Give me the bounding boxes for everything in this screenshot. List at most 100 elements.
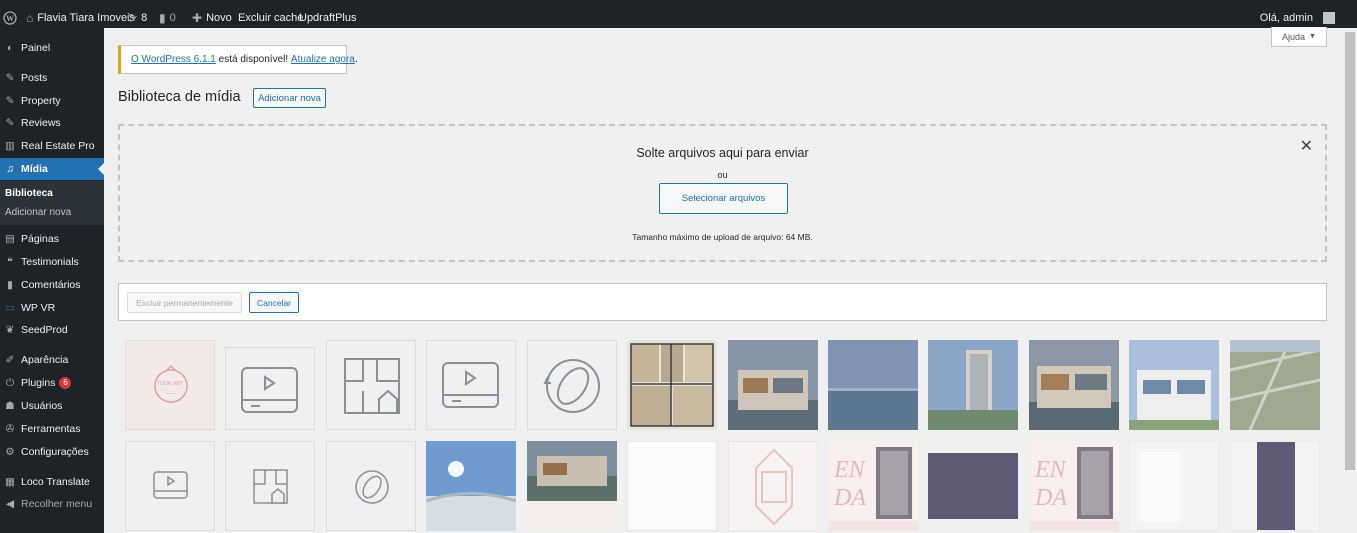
- media-item-video-3[interactable]: [125, 441, 215, 531]
- new-content-link[interactable]: ✚ Novo: [192, 8, 232, 28]
- menu-label: Testimonials: [21, 256, 79, 268]
- media-item-blank-image[interactable]: [627, 441, 717, 531]
- menu-seedprod[interactable]: ❦ SeedProd: [0, 319, 104, 341]
- media-item-house-photo[interactable]: [1129, 340, 1219, 430]
- collapse-menu-button[interactable]: ◀ Recolher menu: [0, 493, 104, 515]
- media-item-floorplan-icon[interactable]: [326, 340, 416, 430]
- media-item-panorama-photo[interactable]: [426, 441, 516, 531]
- account-menu[interactable]: Olá, admin: [1260, 8, 1335, 28]
- page-icon: ▤: [5, 233, 15, 245]
- wordpress-logo-button[interactable]: W: [3, 8, 17, 28]
- site-name-link[interactable]: ⌂ Flavia Tiara Imoveis: [26, 8, 135, 28]
- menu-midia[interactable]: ♫ Mídia: [0, 158, 104, 180]
- media-item-tower-photo[interactable]: [928, 340, 1018, 430]
- menu-label: Posts: [21, 72, 48, 84]
- menu-reviews[interactable]: ✎ Reviews: [0, 112, 104, 134]
- media-item-tour360-logo[interactable]: TOUR 360°: [125, 340, 215, 430]
- rotate-360-icon: [543, 359, 600, 413]
- media-item-360-icon-2[interactable]: [326, 441, 416, 531]
- media-item-video[interactable]: [225, 347, 315, 430]
- menu-label: Configurações: [21, 446, 89, 458]
- bulk-select-toolbar: Excluir permanentemente Cancelar: [118, 283, 1327, 321]
- enda-poster: ENDA: [828, 447, 918, 531]
- menu-testimonials[interactable]: ❝ Testimonials: [0, 251, 104, 273]
- wordpress-version-link[interactable]: O WordPress 6.1.1: [131, 54, 216, 65]
- dark-image: [928, 453, 1018, 519]
- site-name: Flavia Tiara Imoveis: [37, 12, 136, 24]
- pin-icon: ✎: [5, 72, 15, 84]
- update-now-link[interactable]: Atualize agora: [291, 54, 355, 65]
- media-icon: ♫: [6, 163, 14, 175]
- menu-ferramentas[interactable]: ✇ Ferramentas: [0, 418, 104, 440]
- dropzone-or: ou: [717, 170, 728, 180]
- rotate-360-icon: [355, 470, 389, 504]
- add-new-button[interactable]: Adicionar nova: [253, 88, 326, 108]
- media-item-stripe-image[interactable]: [1230, 441, 1320, 531]
- media-item-building-photo-3[interactable]: [527, 441, 617, 501]
- max-upload-size: Tamanho máximo de upload de arquivo: 64 …: [632, 232, 813, 242]
- media-item-floorplan-image[interactable]: [627, 340, 717, 430]
- dashboard-icon: ◐: [6, 42, 14, 54]
- admin-bar: W ⌂ Flavia Tiara Imoveis ⟳ 8 ▮ 0 ✚ Novo …: [0, 8, 1357, 28]
- media-item-enda-poster[interactable]: EN DA: [828, 441, 918, 531]
- clear-cache-link[interactable]: Excluir cache: [238, 8, 303, 28]
- menu-label: Loco Translate: [21, 476, 90, 488]
- menu-property[interactable]: ✎ Property: [0, 90, 104, 112]
- delete-permanently-button[interactable]: Excluir permanentemente: [127, 292, 242, 313]
- menu-paginas[interactable]: ▤ Páginas: [0, 228, 104, 250]
- submenu-biblioteca[interactable]: Biblioteca: [5, 188, 53, 199]
- scrollbar-thumb[interactable]: [1345, 32, 1355, 470]
- tour-360-label: TOUR 360°: [157, 381, 183, 387]
- svg-text:W: W: [6, 14, 14, 23]
- pin-icon: ✎: [5, 117, 15, 129]
- help-tab-button[interactable]: Ajuda ▼: [1271, 27, 1327, 47]
- comments-link[interactable]: ▮ 0: [159, 8, 176, 28]
- translate-icon: ▦: [5, 476, 15, 488]
- video-file-icon: [241, 367, 298, 413]
- menu-configuracoes[interactable]: ⚙ Configurações: [0, 441, 104, 463]
- page-scrollbar[interactable]: [1343, 28, 1357, 533]
- wrench-icon: ✇: [5, 423, 15, 435]
- collapse-icon: ◀: [5, 498, 15, 510]
- menu-comentarios[interactable]: ▮ Comentários: [0, 274, 104, 296]
- media-item-video-2[interactable]: [426, 340, 516, 430]
- avatar: [1323, 12, 1335, 24]
- menu-plugins[interactable]: ⏻ Plugins 6: [0, 372, 104, 394]
- media-item-building-photo-1[interactable]: [728, 340, 818, 430]
- svg-text:EN: EN: [833, 457, 867, 483]
- menu-painel[interactable]: ◐ Painel: [0, 37, 104, 59]
- menu-usuarios[interactable]: ☗ Usuários: [0, 395, 104, 417]
- media-item-blank-image-2[interactable]: [1129, 441, 1219, 531]
- menu-wp-vr[interactable]: ▭ WP VR: [0, 297, 104, 319]
- menu-label: Real Estate Pro: [21, 140, 95, 152]
- updates-icon: ⟳: [127, 11, 138, 25]
- menu-posts[interactable]: ✎ Posts: [0, 67, 104, 89]
- menu-label: Painel: [21, 42, 51, 54]
- window-top-strip: [0, 0, 1357, 8]
- cancel-button[interactable]: Cancelar: [249, 292, 299, 313]
- media-item-sea-photo[interactable]: [828, 340, 918, 430]
- notice-end: .: [354, 54, 358, 65]
- menu-aparencia[interactable]: ✐ Aparência: [0, 349, 104, 371]
- updraftplus-link[interactable]: UpdraftPlus: [299, 8, 356, 28]
- help-label: Ajuda: [1282, 31, 1306, 42]
- ed-logo: [755, 448, 793, 526]
- media-item-enda-poster-2[interactable]: EN DA: [1029, 441, 1119, 531]
- menu-label: Plugins: [21, 377, 56, 389]
- media-item-floorplan-icon-2[interactable]: [225, 441, 315, 531]
- media-item-building-photo-2[interactable]: [1029, 340, 1119, 430]
- select-files-button[interactable]: Selecionar arquivos: [659, 183, 788, 214]
- media-item-ed-logo[interactable]: [728, 441, 818, 531]
- menu-label: Ferramentas: [21, 423, 81, 435]
- upload-dropzone[interactable]: ✕ Solte arquivos aqui para enviar ou Sel…: [118, 124, 1327, 262]
- menu-label: Aparência: [21, 354, 69, 366]
- submenu-adicionar-nova[interactable]: Adicionar nova: [5, 207, 71, 218]
- menu-real-estate-pro[interactable]: ▥ Real Estate Pro: [0, 135, 104, 157]
- updates-link[interactable]: ⟳ 8: [127, 8, 147, 28]
- notice-text: está disponível!: [218, 54, 289, 65]
- menu-loco-translate[interactable]: ▦ Loco Translate: [0, 471, 104, 493]
- media-item-dark-image[interactable]: [928, 441, 1018, 531]
- media-item-360-icon[interactable]: [527, 340, 617, 430]
- media-item-aerial-photo[interactable]: [1230, 340, 1320, 430]
- vr-icon: ▭: [5, 302, 15, 314]
